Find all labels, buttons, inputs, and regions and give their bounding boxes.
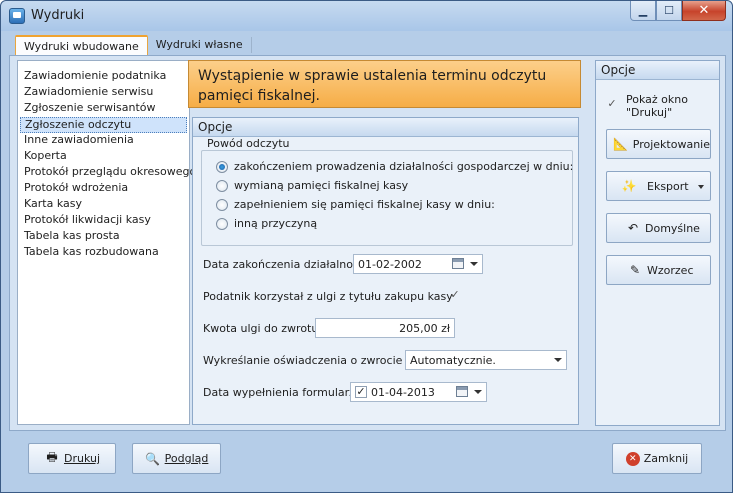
- report-list[interactable]: Zawiadomienie podatnika Zawiadomienie se…: [17, 60, 196, 425]
- maximize-icon: ☐: [664, 4, 674, 17]
- list-item[interactable]: Protokół przeglądu okresowego: [24, 165, 196, 181]
- list-item[interactable]: Zawiadomienie podatnika: [24, 69, 166, 85]
- fill-date-checkbox[interactable]: ✓: [355, 386, 367, 398]
- options-panel-title: Opcje: [193, 118, 578, 137]
- radio-reason-memory-replace[interactable]: wymianą pamięci fiskalnej kasy: [216, 179, 408, 192]
- radio-reason-end-business[interactable]: zakończeniem prowadzenia działalności go…: [216, 160, 573, 173]
- template-pencil-icon: ✎: [629, 263, 641, 277]
- projektowanie-button[interactable]: 📐 Projektowanie: [606, 129, 711, 159]
- window-controls: ▁ ☐ ✕: [630, 1, 726, 21]
- relief-amount-label: Kwota ulgi do zwrotu:: [203, 322, 323, 335]
- tab-wydruki-wlasne[interactable]: Wydruki własne: [148, 37, 252, 53]
- side-options-panel: Opcje ✓ Pokaż okno "Drukuj" 📐 Projektowa…: [595, 60, 720, 426]
- undo-icon: ↶: [627, 221, 639, 235]
- list-item[interactable]: Protokół likwidacji kasy: [24, 213, 151, 229]
- list-item[interactable]: Koperta: [24, 149, 67, 165]
- relief-amount-field[interactable]: 205,00 zł: [315, 318, 455, 338]
- close-circle-icon: ✕: [625, 451, 640, 466]
- show-dialog-label: Pokaż okno "Drukuj": [626, 93, 688, 119]
- preview-icon: 🔍: [145, 451, 161, 466]
- reason-group: zakończeniem prowadzenia działalności go…: [201, 150, 573, 246]
- printer-icon: 🖶: [46, 450, 58, 464]
- chevron-down-icon[interactable]: [470, 262, 478, 266]
- radio-reason-other[interactable]: inną przyczyną: [216, 217, 317, 230]
- end-date-label: Data zakończenia działalności:: [203, 258, 372, 271]
- list-item[interactable]: Karta kasy: [24, 197, 82, 213]
- domyslne-button[interactable]: ↶ Domyślne: [606, 213, 711, 243]
- print-button[interactable]: 🖶 Drukuj: [28, 443, 116, 474]
- calendar-icon[interactable]: [452, 258, 464, 269]
- list-item[interactable]: Inne zawiadomienia: [24, 133, 134, 149]
- fill-date-field[interactable]: ✓ 01-04-2013: [350, 382, 487, 402]
- radio-reason-memory-full[interactable]: zapełnieniem się pamięci fiskalnej kasy …: [216, 198, 495, 211]
- list-item[interactable]: Protokół wdrożenia: [24, 181, 128, 197]
- strike-dropdown[interactable]: Automatycznie.: [405, 350, 567, 370]
- chevron-down-icon[interactable]: [474, 390, 482, 394]
- title-bar[interactable]: Wydruki ▁ ☐ ✕: [1, 1, 732, 31]
- app-icon: [9, 8, 25, 24]
- tab-content: Zawiadomienie podatnika Zawiadomienie se…: [9, 55, 726, 431]
- wzorzec-button[interactable]: ✎ Wzorzec: [606, 255, 711, 285]
- reason-legend: Powód odczytu: [203, 137, 294, 150]
- show-dialog-checkbox[interactable]: ✓: [606, 98, 618, 111]
- relief-checkbox[interactable]: ✓: [449, 289, 461, 302]
- preview-button[interactable]: 🔍 Podgląd: [132, 443, 221, 474]
- list-item-selected[interactable]: Zgłoszenie odczytu: [20, 117, 187, 133]
- options-panel: Opcje zakończeniem prowadzenia działalno…: [192, 117, 579, 425]
- report-header: Wystąpienie w sprawie ustalenia terminu …: [188, 60, 581, 108]
- radio-icon: [216, 179, 228, 192]
- relief-label: Podatnik korzystał z ulgi z tytułu zakup…: [203, 290, 453, 303]
- eksport-button[interactable]: ✨ Eksport: [606, 171, 711, 201]
- list-item[interactable]: Tabela kas prosta: [24, 229, 120, 245]
- close-icon: ✕: [698, 3, 710, 18]
- chevron-down-icon: [554, 358, 562, 362]
- minimize-button[interactable]: ▁: [630, 1, 656, 21]
- design-ruler-icon: 📐: [613, 137, 629, 151]
- tab-wydruki-wbudowane[interactable]: Wydruki wbudowane: [15, 35, 148, 55]
- strike-label: Wykreślanie oświadczenia o zwrocie ulgi:: [203, 354, 430, 367]
- tab-strip: Wydruki wbudowane Wydruki własne: [15, 35, 252, 55]
- close-window-button[interactable]: ✕: [682, 1, 726, 21]
- list-item[interactable]: Zawiadomienie serwisu: [24, 85, 153, 101]
- calendar-icon[interactable]: [456, 386, 468, 397]
- maximize-button[interactable]: ☐: [656, 1, 682, 21]
- end-date-field[interactable]: 01-02-2002: [353, 254, 483, 274]
- fill-date-label: Data wypełnienia formularza:: [203, 386, 366, 399]
- chevron-down-icon: [698, 185, 704, 189]
- export-wand-icon: ✨: [621, 179, 637, 193]
- radio-icon: [216, 217, 228, 230]
- minimize-icon: ▁: [638, 4, 648, 17]
- radio-icon: [216, 198, 228, 211]
- list-item[interactable]: Tabela kas rozbudowana: [24, 245, 159, 261]
- side-options-title: Opcje: [596, 61, 719, 80]
- radio-checked-icon: [216, 160, 228, 173]
- window-title: Wydruki: [31, 8, 85, 23]
- report-title: Wystąpienie w sprawie ustalenia terminu …: [198, 68, 547, 104]
- close-button[interactable]: ✕ Zamknij: [612, 443, 702, 474]
- wydruki-window: Wydruki ▁ ☐ ✕ Wydruki wbudowane Wydruki …: [0, 0, 733, 493]
- list-item[interactable]: Zgłoszenie serwisantów: [24, 101, 156, 117]
